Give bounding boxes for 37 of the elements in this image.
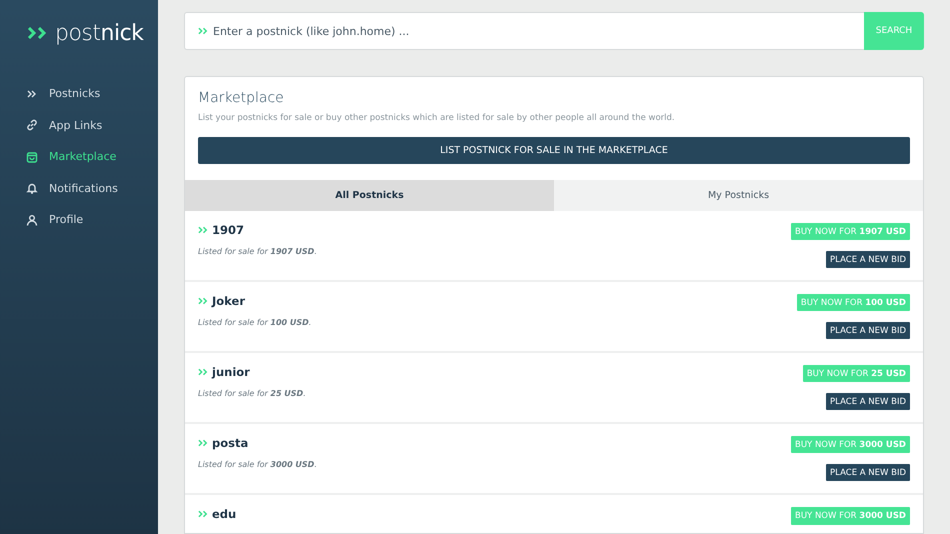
chevrons-icon <box>198 226 209 234</box>
postnick-name[interactable]: Joker <box>212 294 245 308</box>
link-icon <box>26 119 38 132</box>
place-bid-button[interactable]: PLACE A NEW BID <box>826 464 910 481</box>
section-title: Marketplace <box>198 90 285 106</box>
section-description: List your postnicks for sale or buy other postnicks which are listed for sale by other people all around the world. <box>198 113 676 123</box>
bag-icon <box>26 150 38 163</box>
postnick-name[interactable]: 1907 <box>212 223 244 237</box>
chevrons-icon <box>198 297 209 305</box>
listing-price-text: Listed for sale for 100 USD. <box>198 318 312 327</box>
chevrons-icon <box>198 439 209 447</box>
postnick-name[interactable]: junior <box>212 365 250 379</box>
nav-item[interactable]: Profile <box>0 204 158 236</box>
place-bid-button[interactable]: PLACE A NEW BID <box>826 393 910 410</box>
place-bid-button[interactable]: PLACE A NEW BID <box>826 322 910 339</box>
chevrons-icon <box>26 88 38 100</box>
nav-item[interactable]: Marketplace <box>0 141 158 172</box>
place-bid-button[interactable]: PLACE A NEW BID <box>826 251 910 268</box>
list-for-sale-button[interactable]: LIST POSTNICK FOR SALE IN THE MARKETPLACE <box>198 137 910 164</box>
tab[interactable]: My Postnicks <box>554 180 923 211</box>
chevrons-icon <box>198 510 209 518</box>
listing-price-text: Listed for sale for 1907 USD. <box>198 247 317 256</box>
chevrons-icon <box>198 27 209 35</box>
bell-icon <box>26 182 38 194</box>
postnick-name[interactable]: posta <box>212 436 248 450</box>
postnick-name[interactable]: edu <box>212 507 236 521</box>
nav-item[interactable]: Postnicks <box>0 78 158 110</box>
search-bar[interactable]: Enter a postnick (like john.home) ... <box>184 12 864 50</box>
chevrons-icon <box>27 27 49 39</box>
tab[interactable]: All Postnicks <box>185 180 554 211</box>
chevrons-icon <box>198 368 209 376</box>
nav-item[interactable]: App Links <box>0 110 158 141</box>
logo-text: postnick <box>55 20 144 46</box>
listing-price-text: Listed for sale for 25 USD. <box>198 389 306 398</box>
nav-item[interactable]: Notifications <box>0 172 158 204</box>
user-icon <box>26 214 38 226</box>
listing-price-text: Listed for sale for 3000 USD. <box>198 460 317 469</box>
